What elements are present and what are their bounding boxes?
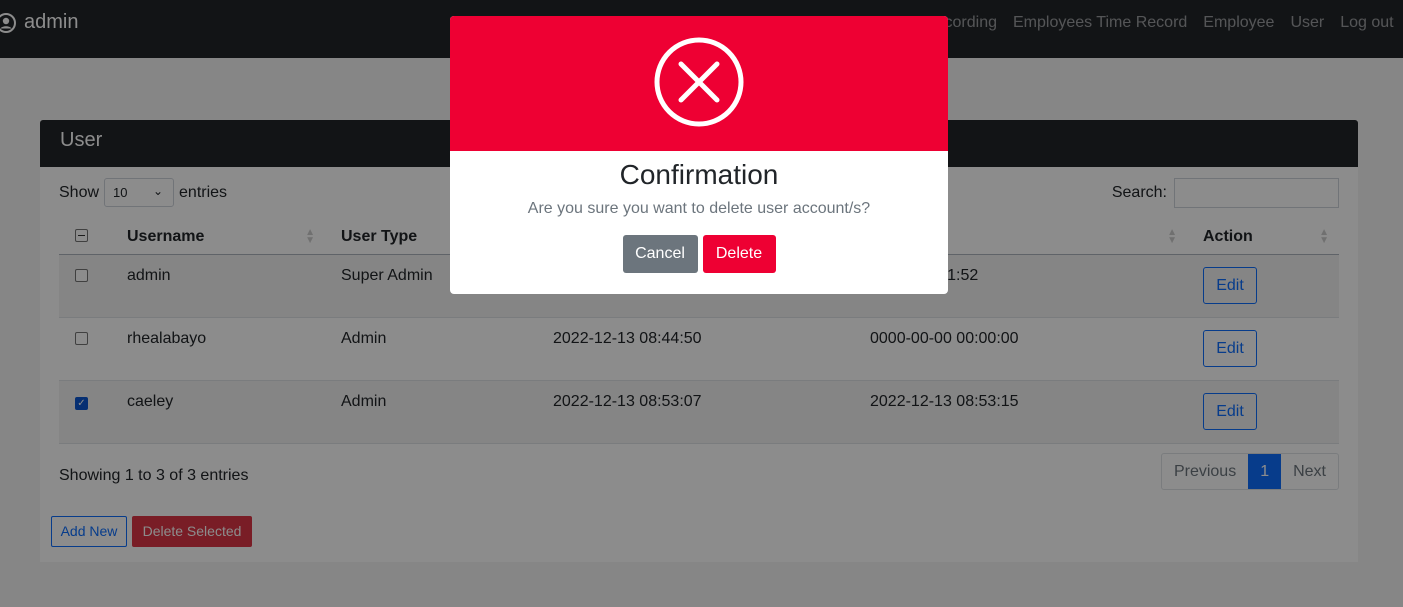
- cancel-button[interactable]: Cancel: [622, 235, 698, 273]
- x-circle-icon: [654, 37, 744, 127]
- modal-title: Confirmation: [619, 159, 779, 190]
- modal-actions: Cancel Delete: [450, 235, 948, 273]
- delete-button[interactable]: Delete: [702, 235, 776, 273]
- modal-header: [450, 16, 948, 151]
- confirmation-modal: Confirmation Are you sure you want to de…: [450, 16, 948, 294]
- modal-message: Are you sure you want to delete user acc…: [527, 200, 871, 217]
